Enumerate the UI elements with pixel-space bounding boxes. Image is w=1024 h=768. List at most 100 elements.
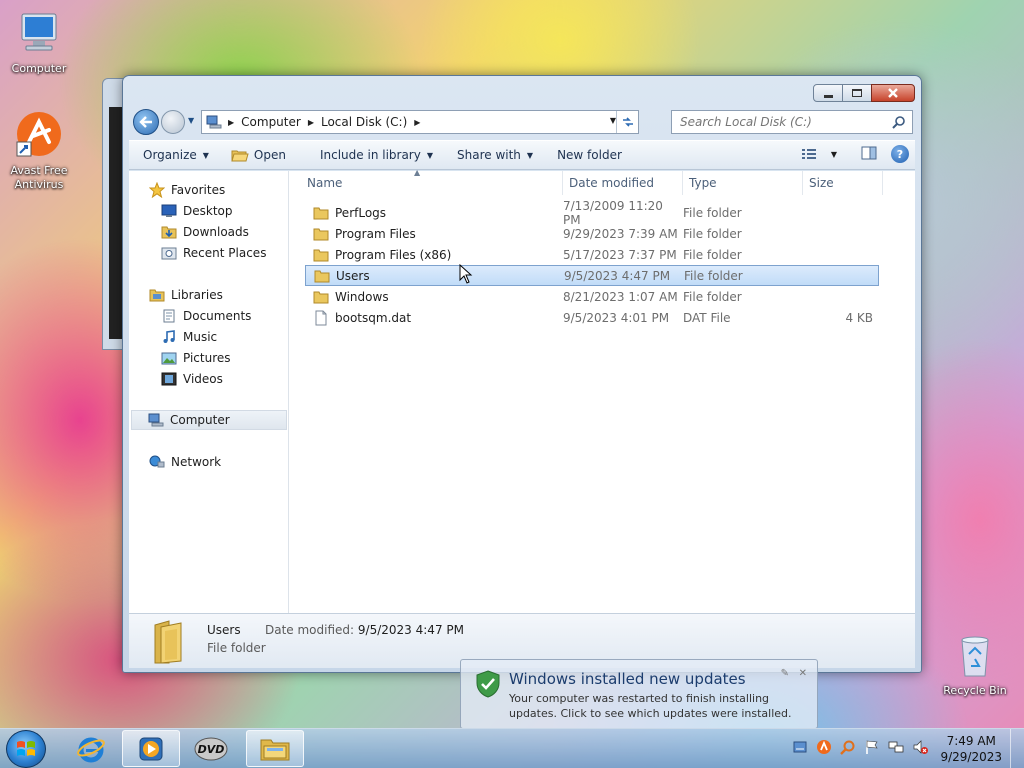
file-list-pane: ▲ Name Date modified Type Size PerfLogs — [290, 168, 915, 613]
table-row[interactable]: PerfLogs 7/13/2009 11:20 PM File folder — [305, 199, 879, 227]
folder-icon — [313, 207, 329, 219]
nav-music[interactable]: Music — [161, 327, 217, 347]
forward-button[interactable] — [161, 110, 185, 134]
folder-icon — [260, 739, 290, 760]
clock[interactable]: 7:49 AM 9/29/2023 — [940, 733, 1002, 765]
nav-documents[interactable]: Documents — [161, 306, 251, 326]
nav-desktop[interactable]: Desktop — [161, 201, 233, 221]
notification-close-button[interactable]: ✕ — [799, 668, 807, 679]
preview-pane-icon — [861, 146, 877, 159]
tray-updates-icon[interactable] — [792, 739, 808, 755]
nav-recent-places[interactable]: Recent Places — [161, 243, 266, 263]
search-input[interactable] — [680, 115, 880, 129]
desktop-icon-label: Avast Free Antivirus — [10, 164, 68, 191]
recent-pages-dropdown[interactable]: ▼ — [188, 116, 194, 125]
refresh-button[interactable] — [616, 111, 638, 133]
new-folder-button[interactable]: New folder — [548, 143, 631, 167]
share-with-button[interactable]: Share with ▼ — [448, 143, 542, 167]
chevron-right-icon[interactable]: ▶ — [414, 118, 420, 127]
file-name: Windows — [335, 289, 389, 304]
clock-time: 7:49 AM — [946, 734, 996, 748]
column-header-date-modified[interactable]: Date modified — [563, 171, 683, 195]
pictures-icon — [161, 352, 177, 365]
breadcrumb-computer[interactable]: Computer ▶ — [241, 115, 321, 129]
maximize-icon — [852, 89, 862, 97]
address-bar[interactable]: ▶ Computer ▶ Local Disk (C:) ▶ ▼ — [201, 110, 639, 134]
table-row[interactable]: Users 9/5/2023 4:47 PM File folder — [305, 265, 879, 286]
include-in-library-button[interactable]: Include in library ▼ — [311, 143, 442, 167]
minimize-button[interactable] — [813, 84, 843, 102]
nav-label: Pictures — [183, 351, 231, 365]
column-header-type[interactable]: Type — [683, 171, 803, 195]
tray-avast-icon[interactable] — [816, 739, 832, 755]
back-button[interactable] — [133, 109, 159, 135]
nav-computer[interactable]: Computer — [131, 410, 287, 430]
table-row[interactable]: bootsqm.dat 9/5/2023 4:01 PM DAT File 4 … — [305, 307, 879, 328]
help-button[interactable]: ? — [891, 145, 909, 163]
file-name-cell: bootsqm.dat — [305, 310, 563, 326]
nav-label: Network — [171, 455, 222, 469]
desktop-icon-avast[interactable]: Avast Free Antivirus — [2, 110, 76, 192]
column-header-size[interactable]: Size — [803, 171, 883, 195]
network-status-icon[interactable] — [888, 739, 904, 755]
file-date: 9/5/2023 4:01 PM — [563, 310, 670, 325]
file-type: File folder — [684, 268, 743, 283]
maximize-button[interactable] — [842, 84, 872, 102]
taskbar-media-player[interactable] — [122, 730, 180, 767]
nav-videos[interactable]: Videos — [161, 369, 223, 389]
chevron-right-icon[interactable]: ▶ — [308, 118, 314, 127]
volume-muted-icon[interactable] — [912, 739, 928, 755]
table-row[interactable]: Program Files (x86) 5/17/2023 7:37 PM Fi… — [305, 244, 879, 265]
column-header-name[interactable]: ▲ Name — [290, 168, 563, 195]
change-view-button[interactable]: ▼ — [801, 148, 837, 160]
taskbar-internet-explorer[interactable] — [62, 730, 120, 767]
taskbar-windows-explorer[interactable] — [246, 730, 304, 767]
downloads-folder-icon — [161, 226, 177, 239]
open-button[interactable]: Open — [222, 143, 295, 167]
nav-downloads[interactable]: Downloads — [161, 222, 249, 242]
start-button[interactable] — [6, 730, 46, 768]
file-date: 9/29/2023 7:39 AM — [563, 226, 678, 241]
nav-pictures[interactable]: Pictures — [161, 348, 231, 368]
desktop-icon-label: Computer — [11, 62, 67, 75]
pin-icon[interactable]: ✎ — [781, 668, 789, 679]
desktop-icon-recycle-bin[interactable]: Recycle Bin — [938, 632, 1012, 697]
file-type: File folder — [683, 205, 742, 220]
search-icon[interactable] — [892, 115, 906, 129]
desktop-icon-computer[interactable]: Computer — [2, 10, 76, 75]
search-box[interactable] — [671, 110, 913, 134]
file-type: File folder — [683, 247, 742, 262]
file-name-cell: PerfLogs — [305, 206, 563, 220]
file-date: 9/5/2023 4:47 PM — [564, 268, 671, 283]
music-icon — [163, 330, 175, 343]
breadcrumb-local-disk[interactable]: Local Disk (C:) ▶ — [321, 115, 427, 129]
show-desktop-button[interactable] — [1010, 729, 1024, 768]
taskbar-dvd-maker[interactable]: DVD — [182, 730, 240, 767]
table-row[interactable]: Program Files 9/29/2023 7:39 AM File fol… — [305, 223, 879, 244]
column-label: Size — [809, 176, 834, 190]
mouse-cursor-icon — [459, 264, 473, 284]
tray-search-icon[interactable] — [840, 739, 856, 755]
nav-label: Documents — [183, 309, 252, 323]
table-row[interactable]: Windows 8/21/2023 1:07 AM File folder — [305, 286, 879, 307]
file-date: 8/21/2023 1:07 AM — [563, 289, 678, 304]
star-icon — [149, 182, 165, 198]
preview-pane-button[interactable] — [861, 146, 877, 163]
arrow-left-icon — [139, 116, 152, 128]
nav-network[interactable]: Network — [149, 452, 221, 472]
column-headers: ▲ Name Date modified Type Size — [290, 168, 915, 195]
close-button[interactable] — [871, 84, 915, 102]
navigation-row: ▼ ▶ Computer ▶ Local Disk (C:) ▶ ▼ — [131, 109, 913, 135]
navigation-pane[interactable]: Favorites Desktop Downloads Recent Place… — [129, 171, 289, 613]
update-notification[interactable]: Windows installed new updates Your compu… — [460, 659, 818, 729]
action-center-flag-icon[interactable] — [864, 739, 880, 755]
details-name: Users — [207, 623, 241, 637]
breadcrumb-separator[interactable]: ▶ — [228, 118, 241, 127]
organize-button[interactable]: Organize ▼ — [129, 143, 218, 167]
nav-favorites[interactable]: Favorites — [149, 180, 225, 200]
chevron-down-icon[interactable]: ▼ — [831, 150, 837, 159]
folder-icon — [313, 228, 329, 240]
nav-label: Recent Places — [183, 246, 267, 260]
nav-libraries[interactable]: Libraries — [149, 285, 223, 305]
column-label: Type — [689, 176, 717, 190]
